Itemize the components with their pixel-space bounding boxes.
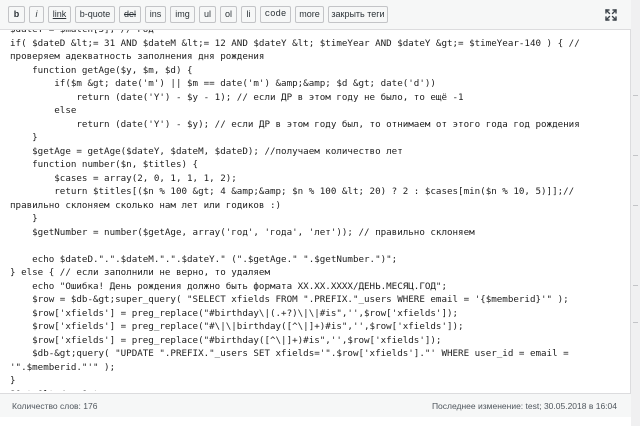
del-button[interactable]: del (119, 6, 141, 23)
strip-tick (633, 322, 638, 323)
ol-button[interactable]: ol (220, 6, 237, 23)
code-textarea[interactable]: $dateY = $match[3]; // год if( $dateD &l… (0, 30, 631, 391)
quicktags-toolbar: b i link b-quote del ins img ul ol li co… (0, 0, 631, 30)
blockquote-button[interactable]: b-quote (75, 6, 115, 23)
ins-button[interactable]: ins (145, 6, 166, 23)
fullscreen-icon[interactable] (604, 8, 618, 22)
word-count: Количество слов: 176 (12, 401, 98, 411)
strip-tick (633, 205, 638, 206)
li-button[interactable]: li (241, 6, 256, 23)
text-editor: b i link b-quote del ins img ul ol li co… (0, 0, 631, 426)
strip-tick (633, 285, 638, 286)
link-button[interactable]: link (48, 6, 71, 23)
status-bar: Количество слов: 176 Последнее изменение… (0, 393, 631, 417)
ul-button[interactable]: ul (199, 6, 216, 23)
img-button[interactable]: img (170, 6, 195, 23)
strip-tick (633, 95, 638, 96)
more-button[interactable]: more (295, 6, 324, 23)
bold-button[interactable]: b (8, 6, 25, 23)
code-content: $dateY = $match[3]; // год if( $dateD &l… (10, 30, 580, 391)
last-modified: Последнее изменение: test; 30.05.2018 в … (431, 401, 617, 411)
close-tags-button[interactable]: закрыть теги (328, 6, 388, 23)
side-strip (631, 0, 640, 426)
italic-button[interactable]: i (29, 6, 44, 23)
code-button[interactable]: code (260, 6, 291, 23)
strip-tick (633, 155, 638, 156)
editor-resize-area[interactable] (0, 417, 631, 426)
